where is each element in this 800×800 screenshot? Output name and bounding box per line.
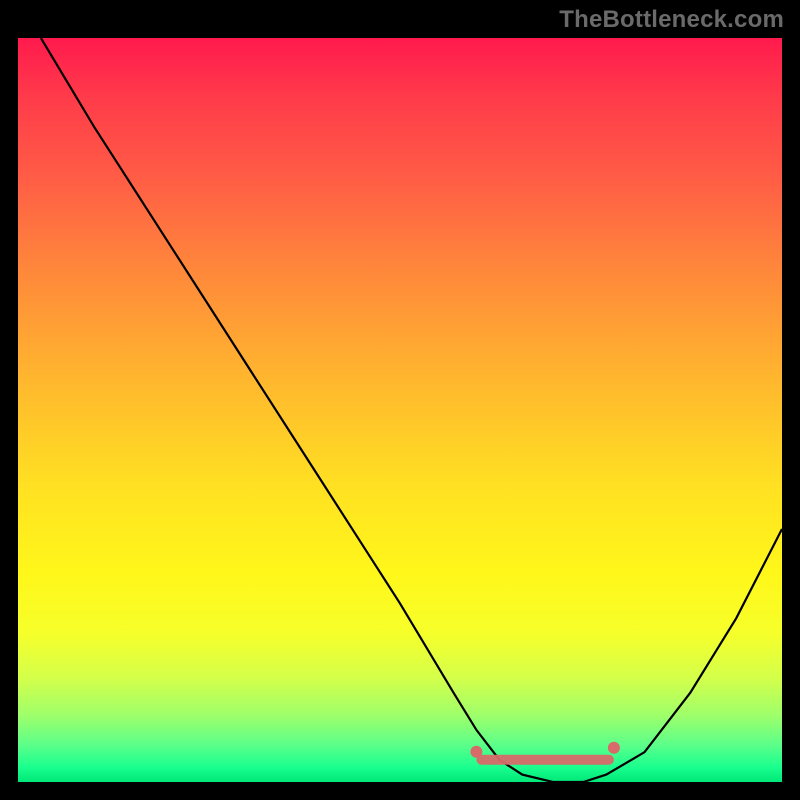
chart-frame: TheBottleneck.com [0, 0, 800, 800]
plot-area [18, 38, 782, 782]
watermark-text: TheBottleneck.com [559, 6, 784, 34]
curve-svg [18, 38, 782, 782]
optimum-dot-right [608, 742, 620, 754]
optimum-band [476, 755, 614, 765]
bottleneck-curve-path [41, 38, 782, 782]
optimum-dot-left [470, 746, 482, 758]
